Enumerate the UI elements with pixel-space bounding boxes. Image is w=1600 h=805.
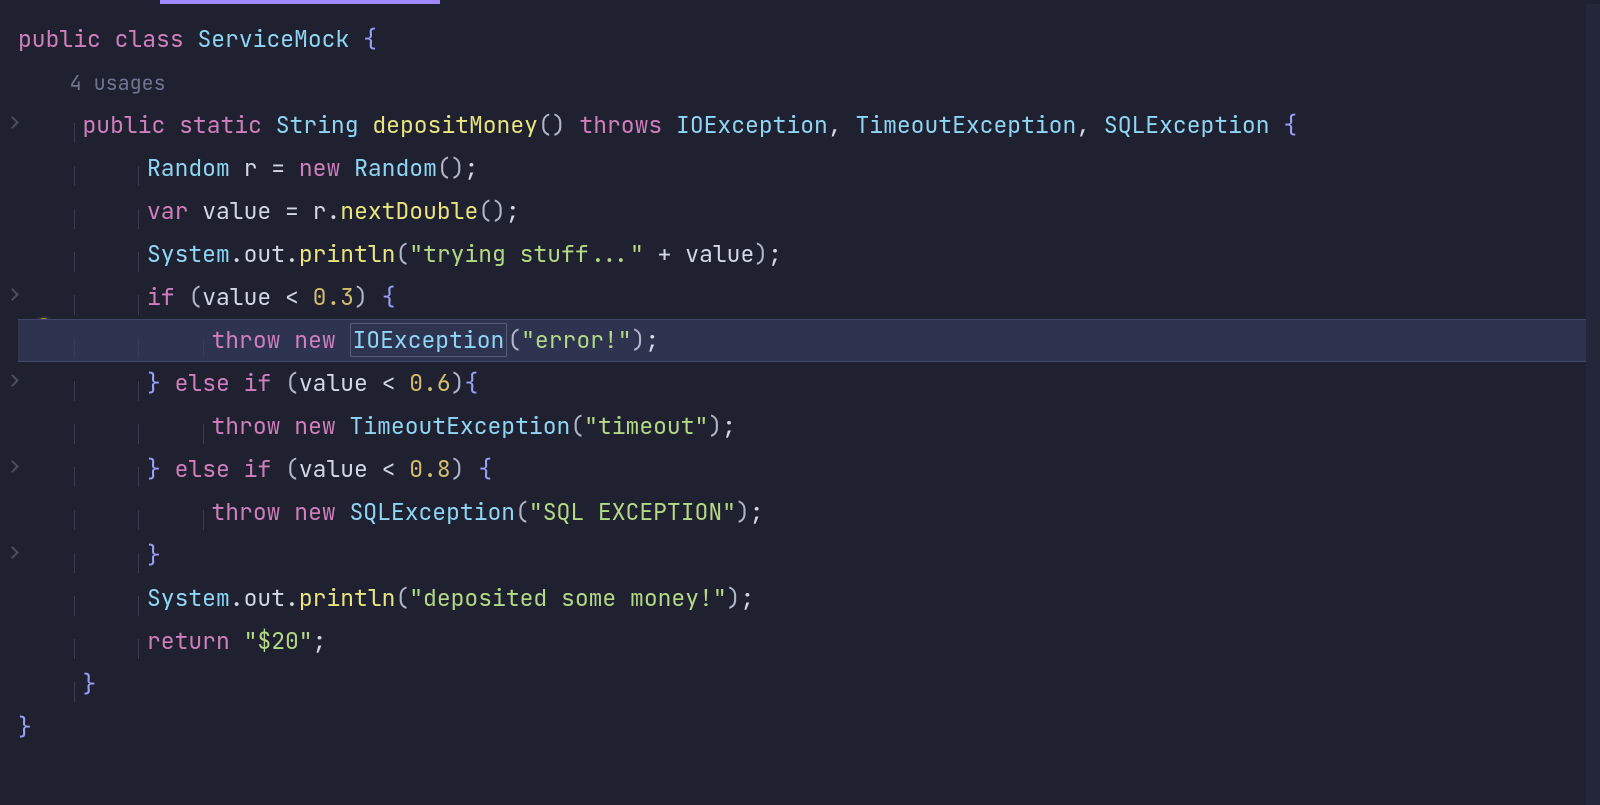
inlay-hint-line[interactable]: 4 usages (18, 61, 1600, 104)
code-line[interactable]: } else if (value < 0.6){ (18, 362, 1600, 405)
code-line[interactable]: if (value < 0.3) { (18, 276, 1600, 319)
code-line[interactable]: public static String depositMoney() thro… (18, 104, 1600, 147)
keyword-class: class (115, 24, 184, 54)
code-area[interactable]: public class ServiceMock { 4 usages publ… (18, 18, 1600, 749)
fold-marker-icon[interactable] (6, 546, 19, 559)
code-line[interactable]: throw new TimeoutException("timeout"); (18, 405, 1600, 448)
code-line[interactable]: return "$20"; (18, 620, 1600, 663)
code-editor[interactable]: 💡 public class ServiceMock { 4 usages pu… (0, 4, 1600, 805)
keyword-public: public (18, 24, 101, 54)
fold-marker-icon[interactable] (6, 460, 19, 473)
class-name: ServiceMock (197, 24, 349, 54)
brace-open: { (363, 24, 377, 54)
fold-marker-icon[interactable] (6, 288, 19, 301)
code-line[interactable]: throw new SQLException("SQL EXCEPTION"); (18, 491, 1600, 534)
code-line[interactable]: } else if (value < 0.8) { (18, 448, 1600, 491)
folding-gutter[interactable] (0, 4, 20, 805)
highlighted-line[interactable]: throw new IOException("error!"); (18, 319, 1600, 362)
fold-marker-icon[interactable] (6, 374, 19, 387)
fold-marker-icon[interactable] (6, 116, 19, 129)
code-line[interactable]: var value = r.nextDouble(); (18, 190, 1600, 233)
code-line[interactable]: Random r = new Random(); (18, 147, 1600, 190)
code-line[interactable]: System.out.println("deposited some money… (18, 577, 1600, 620)
code-line[interactable]: public class ServiceMock { (18, 18, 1600, 61)
code-line[interactable]: } (18, 534, 1600, 577)
code-line[interactable]: System.out.println("trying stuff..." + v… (18, 233, 1600, 276)
method-name: depositMoney (372, 110, 538, 140)
usages-inlay-hint[interactable]: 4 usages (70, 70, 166, 96)
vertical-scrollbar[interactable] (1586, 4, 1600, 805)
code-line[interactable]: } (18, 706, 1600, 749)
selected-token[interactable]: IOException (350, 323, 508, 357)
code-line[interactable]: } (18, 663, 1600, 706)
